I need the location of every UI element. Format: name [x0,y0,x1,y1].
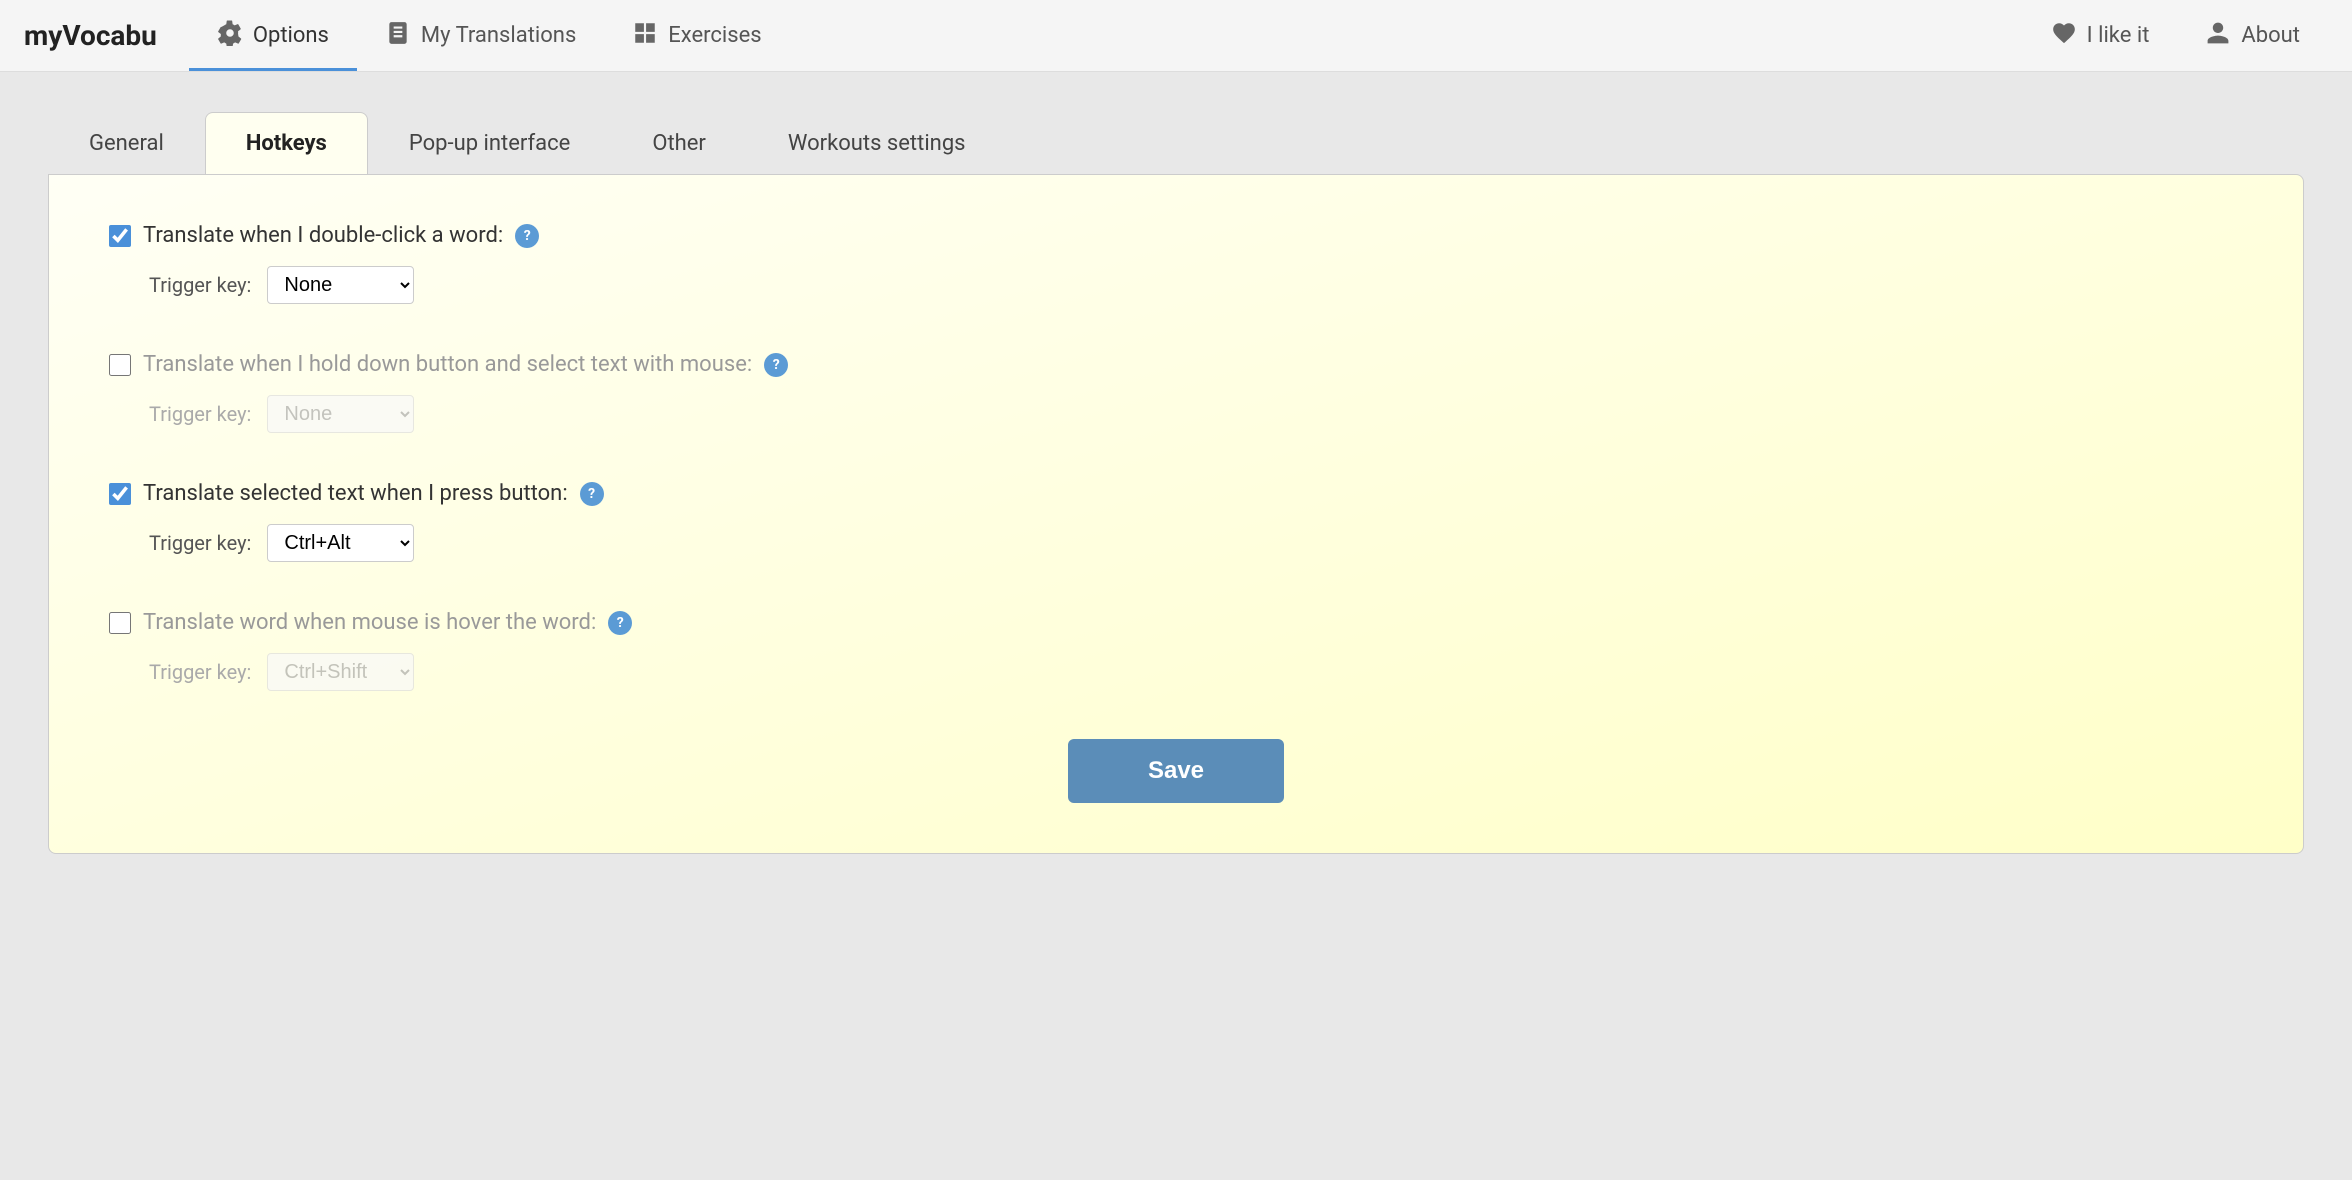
setting-press-button: Translate selected text when I press but… [109,481,2243,562]
main-content: General Hotkeys Pop-up interface Other W… [0,72,2352,894]
nav-items: Options My Translations Exercises [189,0,790,71]
setting-double-click-label-row: Translate when I double-click a word: ? [109,223,2243,248]
save-button-row: Save [109,739,2243,803]
hover-label: Translate word when mouse is hover the w… [143,610,596,635]
setting-hover-label-row: Translate word when mouse is hover the w… [109,610,2243,635]
tab-other[interactable]: Other [611,112,747,174]
setting-hold-button-label-row: Translate when I hold down button and se… [109,352,2243,377]
app-title: myVocabu [24,19,157,52]
heart-icon [2051,20,2077,52]
setting-hover: Translate word when mouse is hover the w… [109,610,2243,691]
tab-general[interactable]: General [48,112,205,174]
book-icon [385,20,411,52]
nav-item-about-label: About [2241,23,2300,48]
hover-trigger-select[interactable]: None Ctrl Alt Shift Ctrl+Alt Ctrl+Shift [267,653,414,691]
double-click-label: Translate when I double-click a word: [143,223,503,248]
press-button-trigger-label: Trigger key: [149,531,251,555]
double-click-trigger-row: Trigger key: None Ctrl Alt Shift Ctrl+Al… [109,266,2243,304]
press-button-help-icon[interactable]: ? [580,482,604,506]
nav-item-about[interactable]: About [2177,0,2328,71]
press-button-trigger-select[interactable]: None Ctrl Alt Shift Ctrl+Alt Ctrl+Shift [267,524,414,562]
setting-hold-button: Translate when I hold down button and se… [109,352,2243,433]
tab-hotkeys[interactable]: Hotkeys [205,112,368,174]
nav-item-my-translations[interactable]: My Translations [357,0,604,71]
press-button-label: Translate selected text when I press but… [143,481,568,506]
setting-double-click: Translate when I double-click a word: ? … [109,223,2243,304]
hover-checkbox[interactable] [109,612,131,634]
nav-item-i-like-it-label: I like it [2087,23,2150,48]
nav-item-options-label: Options [253,23,329,48]
tab-popup-interface[interactable]: Pop-up interface [368,112,611,174]
press-button-checkbox[interactable] [109,483,131,505]
double-click-trigger-select[interactable]: None Ctrl Alt Shift Ctrl+Alt Ctrl+Shift [267,266,414,304]
hover-trigger-label: Trigger key: [149,660,251,684]
tab-workouts-settings[interactable]: Workouts settings [747,112,1007,174]
hold-button-help-icon[interactable]: ? [764,353,788,377]
setting-press-button-label-row: Translate selected text when I press but… [109,481,2243,506]
person-icon [2205,20,2231,52]
double-click-checkbox[interactable] [109,225,131,247]
double-click-help-icon[interactable]: ? [515,224,539,248]
nav-item-i-like-it[interactable]: I like it [2023,0,2178,71]
hold-button-trigger-label: Trigger key: [149,402,251,426]
save-button[interactable]: Save [1068,739,1284,803]
hover-help-icon[interactable]: ? [608,611,632,635]
settings-panel: Translate when I double-click a word: ? … [48,174,2304,854]
navbar: myVocabu Options My Translations [0,0,2352,72]
grid-icon [632,20,658,52]
double-click-trigger-label: Trigger key: [149,273,251,297]
hold-button-trigger-row: Trigger key: None Ctrl Alt Shift Ctrl+Al… [109,395,2243,433]
hold-button-checkbox[interactable] [109,354,131,376]
tabs: General Hotkeys Pop-up interface Other W… [48,112,2304,174]
press-button-trigger-row: Trigger key: None Ctrl Alt Shift Ctrl+Al… [109,524,2243,562]
hover-trigger-row: Trigger key: None Ctrl Alt Shift Ctrl+Al… [109,653,2243,691]
nav-item-exercises[interactable]: Exercises [604,0,789,71]
hold-button-trigger-select[interactable]: None Ctrl Alt Shift Ctrl+Alt Ctrl+Shift [267,395,414,433]
nav-item-exercises-label: Exercises [668,23,761,48]
nav-right: I like it About [2023,0,2328,71]
nav-item-options[interactable]: Options [189,0,357,71]
hold-button-label: Translate when I hold down button and se… [143,352,752,377]
nav-item-my-translations-label: My Translations [421,23,576,48]
gear-icon [217,20,243,52]
